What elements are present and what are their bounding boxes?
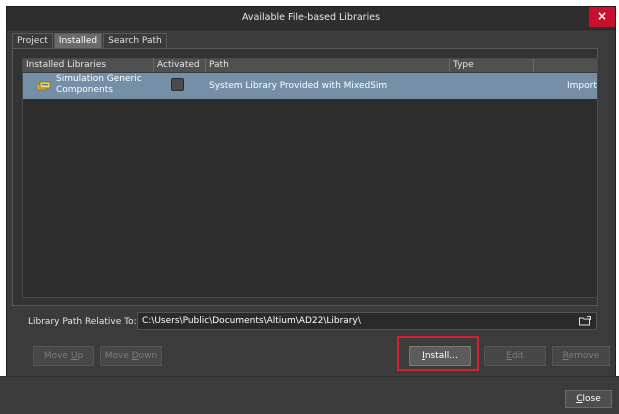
close-window-button[interactable]: × xyxy=(589,7,615,27)
folder-open-icon[interactable] xyxy=(579,316,591,326)
move-up-label-pre: Move xyxy=(43,351,71,361)
move-up-button[interactable]: Move Up xyxy=(33,346,94,366)
edit-label-post: dit xyxy=(511,351,524,361)
tab-strip: Project Installed Search Path xyxy=(12,33,168,49)
move-up-label-post: p xyxy=(77,351,84,361)
move-down-label-post: own xyxy=(138,351,158,361)
remove-label-post: emove xyxy=(568,351,600,361)
library-path-input[interactable]: C:\Users\Public\Documents\Altium\AD22\Li… xyxy=(137,312,597,330)
column-activated[interactable]: Activated xyxy=(154,59,206,72)
close-button[interactable]: Close xyxy=(565,390,612,408)
remove-button[interactable]: Remove xyxy=(552,346,610,366)
library-name: Simulation Generic Components xyxy=(56,74,142,96)
close-label-post: lose xyxy=(582,394,601,404)
library-type: Import xyxy=(567,81,597,91)
install-label-post: nstall... xyxy=(424,351,458,361)
title-bar: Available File-based Libraries × xyxy=(7,7,615,30)
library-path: System Library Provided with MixedSim xyxy=(209,81,388,91)
column-type[interactable]: Type xyxy=(450,59,534,72)
library-name-line1: Simulation Generic xyxy=(56,74,142,84)
installed-libraries-list[interactable]: Installed Libraries Activated Path Type … xyxy=(22,58,598,298)
library-path-label: Library Path Relative To: xyxy=(28,317,137,327)
table-row[interactable]: Simulation Generic Components System Lib… xyxy=(23,73,597,99)
dialog-title: Available File-based Libraries xyxy=(241,12,381,23)
list-header: Installed Libraries Activated Path Type xyxy=(23,59,597,73)
library-icon xyxy=(37,81,51,91)
library-name-line2: Components xyxy=(56,85,113,95)
library-path-value: C:\Users\Public\Documents\Altium\AD22\Li… xyxy=(142,316,361,326)
move-down-button[interactable]: Move Down xyxy=(100,346,162,366)
install-button[interactable]: Install... xyxy=(409,346,471,366)
dialog-footer xyxy=(0,376,619,414)
tab-installed[interactable]: Installed xyxy=(53,33,103,48)
activated-checkbox[interactable] xyxy=(171,78,184,91)
column-path[interactable]: Path xyxy=(206,59,450,72)
edit-button[interactable]: Edit xyxy=(484,346,546,366)
tab-search-path[interactable]: Search Path xyxy=(103,33,167,48)
column-installed-libraries[interactable]: Installed Libraries xyxy=(23,59,154,72)
move-down-label-key: D xyxy=(131,351,139,361)
move-down-label-pre: Move xyxy=(104,351,132,361)
tab-project[interactable]: Project xyxy=(12,33,53,48)
